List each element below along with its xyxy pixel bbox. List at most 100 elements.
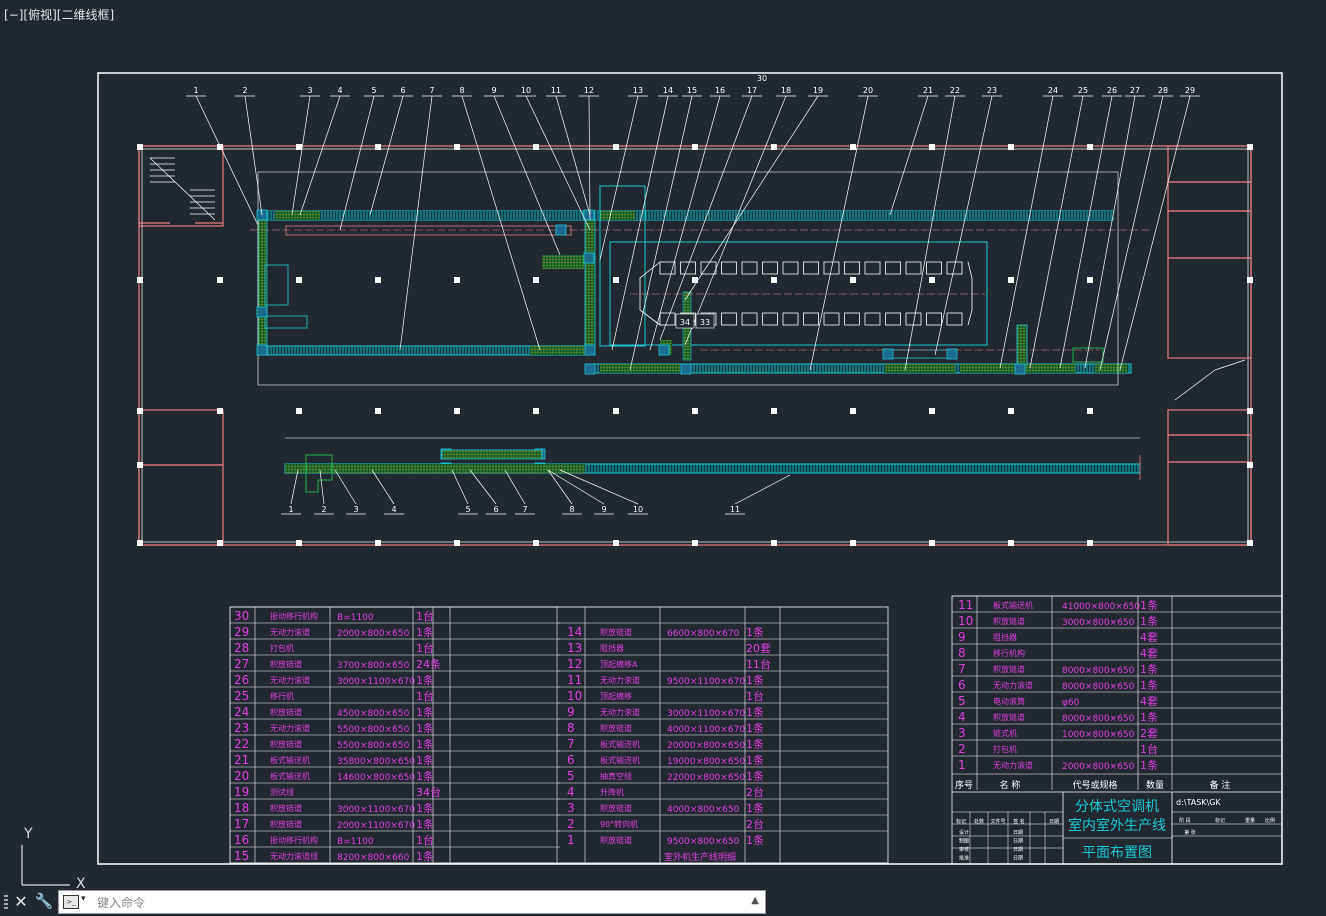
column: [850, 144, 856, 150]
column: [137, 408, 143, 414]
part-spec: 4500×800×650: [337, 709, 410, 719]
part-name: 升降机: [600, 787, 624, 797]
column: [296, 540, 302, 546]
part-spec: 3000×1100×670: [337, 677, 415, 687]
balloon-24: 24: [1048, 86, 1058, 95]
part-number: 5: [958, 694, 966, 708]
balloon-21: 21: [923, 86, 933, 95]
part-qty: 1条: [746, 737, 764, 751]
column: [454, 144, 460, 150]
test-station: [844, 261, 860, 275]
column: [1087, 540, 1093, 546]
command-input-box[interactable]: >_ ▾ ▲: [58, 890, 766, 914]
leader-line: [195, 95, 259, 226]
part-number: 2: [567, 817, 575, 831]
test-station: [721, 312, 737, 326]
column: [137, 144, 143, 150]
test-station: [823, 312, 840, 326]
balloon-bottom-4: 4: [391, 505, 396, 514]
drawing-number: d:\TASK\GK: [1176, 798, 1221, 807]
leader-line: [299, 95, 341, 216]
part-qty: 1条: [746, 721, 764, 735]
balloon-4: 4: [337, 86, 342, 95]
rev-header: 签 名: [1013, 818, 1025, 825]
transfer-unit: [583, 252, 595, 264]
outdoor-line: [284, 437, 1141, 493]
part-name: 电动滚筒: [993, 696, 1025, 706]
leader-line: [1119, 95, 1191, 371]
part-qty: 2套: [1140, 727, 1158, 740]
part-name: 积放链道: [993, 616, 1025, 626]
part-number: 13: [567, 641, 582, 655]
part-qty: 1条: [1140, 614, 1158, 628]
parts-table-indoor: 30 振动移行机构 B=1100 1台29 无动力滚道 2000×800×650 1条28 打…: [229, 606, 889, 864]
column: [137, 462, 143, 468]
test-station: [782, 312, 799, 326]
balloon-labels-bottom: 1 2 3 4 5 6 7 8 9 10 11: [288, 505, 740, 514]
part-spec: 4000×800×650: [667, 805, 740, 815]
column: [454, 277, 460, 283]
leader-line: [319, 469, 325, 505]
part-qty: 24条: [416, 657, 441, 671]
part-spec: 3000×1100×670: [667, 709, 745, 719]
column: [692, 277, 698, 283]
part-spec: 2000×1100×670: [337, 821, 415, 831]
test-station: [885, 312, 901, 326]
part-qty: 11台: [746, 657, 771, 671]
wrench-icon[interactable]: 🔧: [34, 892, 54, 910]
column: [454, 408, 460, 414]
part-qty: 1条: [746, 769, 764, 783]
loop-end-left: [639, 261, 661, 326]
balloon-8: 8: [459, 86, 464, 95]
part-number: 30: [234, 609, 249, 623]
drawing-canvas[interactable]: 1 2 3 4 5 6 7 8 9 10 11 12 13 14 15 16 17 18 19 20 21 22 23 24 2…: [0, 0, 1326, 888]
command-bar-grip[interactable]: [4, 895, 8, 911]
chevron-down-icon[interactable]: ▾: [81, 894, 86, 904]
leader-line: [290, 469, 299, 505]
balloon-28: 28: [1158, 86, 1168, 95]
part-name: 顶起横移A: [600, 659, 638, 669]
column: [217, 144, 223, 150]
balloon-13: 13: [633, 86, 643, 95]
part-qty: 1条: [746, 801, 764, 815]
part-name: 无动力滚道线: [270, 851, 318, 861]
part-qty: 34台: [416, 785, 441, 799]
ucs-x-label: X: [76, 876, 86, 888]
part-number: 8: [567, 721, 575, 735]
indoor-line: [250, 171, 1150, 386]
command-input[interactable]: [95, 892, 719, 914]
balloon-bottom-3: 3: [353, 505, 358, 514]
part-number: 10: [958, 614, 973, 628]
part-spec: 22000×800×650: [667, 773, 745, 783]
caret-up-icon[interactable]: ▲: [751, 895, 759, 906]
label-weight: 重量: [1245, 817, 1255, 824]
part-name: 无动力滚道: [993, 680, 1033, 690]
part-qty: 4套: [1140, 695, 1158, 708]
column: [137, 277, 143, 283]
leader-line: [934, 95, 993, 356]
part-spec: 2000×800×650: [337, 629, 410, 639]
header-no: 序号: [955, 779, 973, 791]
drawing-title-line3: 平面布置图: [1082, 845, 1152, 861]
part-name: 阻挡器: [600, 643, 624, 653]
test-station: [864, 312, 881, 326]
column: [217, 540, 223, 546]
leader-line: [493, 95, 561, 256]
part-qty: 1条: [1140, 710, 1158, 724]
transfer-units: [256, 209, 1026, 474]
transfer-unit: [1014, 363, 1026, 375]
column: [613, 540, 619, 546]
command-prompt-icon[interactable]: >_: [63, 895, 79, 909]
part-name: 移行机构: [993, 648, 1025, 658]
balloon-26: 26: [1107, 86, 1117, 95]
part-number: 26: [234, 673, 249, 687]
part-name: 积放链道: [270, 819, 302, 829]
part-number: 29: [234, 625, 249, 639]
leader-line: [559, 469, 639, 505]
close-icon[interactable]: ✕: [12, 892, 30, 911]
column: [771, 408, 777, 414]
transfer-unit: [882, 348, 894, 360]
transfer-unit: [946, 348, 958, 360]
column: [1247, 408, 1253, 414]
leader-line: [525, 95, 591, 231]
